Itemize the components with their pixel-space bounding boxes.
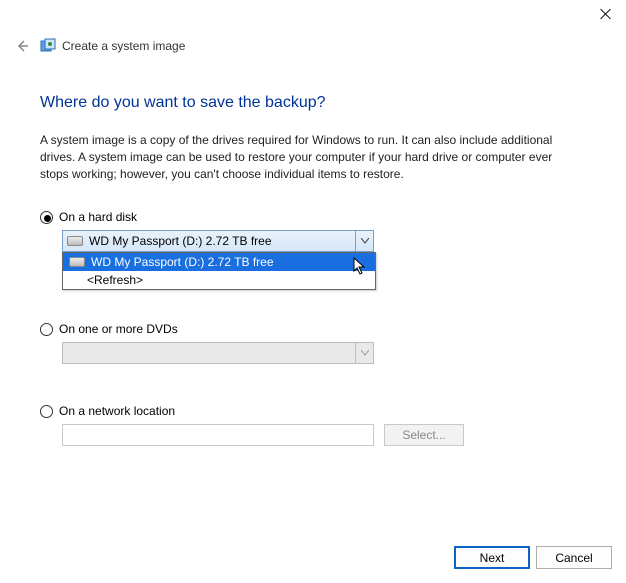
radio-icon <box>40 323 53 336</box>
description-text: A system image is a copy of the drives r… <box>40 132 580 182</box>
drive-icon <box>67 236 83 246</box>
hard-disk-combo[interactable]: WD My Passport (D:) 2.72 TB free WD My P… <box>62 230 374 252</box>
radio-icon <box>40 211 53 224</box>
app-icon <box>40 38 56 54</box>
back-arrow-icon[interactable] <box>12 36 32 56</box>
close-icon[interactable] <box>600 8 612 20</box>
window-title: Create a system image <box>62 39 185 53</box>
dropdown-item-label: <Refresh> <box>87 273 143 287</box>
chevron-down-icon[interactable] <box>355 231 373 251</box>
hard-disk-selected-text: WD My Passport (D:) 2.72 TB free <box>89 234 355 248</box>
radio-hard-disk[interactable]: On a hard disk <box>40 210 586 224</box>
drive-icon <box>69 257 85 267</box>
content-area: Where do you want to save the backup? A … <box>0 62 626 446</box>
radio-network[interactable]: On a network location <box>40 404 586 418</box>
dropdown-item-refresh[interactable]: <Refresh> <box>63 271 375 289</box>
chevron-down-icon <box>355 343 373 363</box>
radio-label-dvd: On one or more DVDs <box>59 322 178 336</box>
footer-buttons: Next Cancel <box>454 546 612 569</box>
page-heading: Where do you want to save the backup? <box>40 94 586 112</box>
next-button[interactable]: Next <box>454 546 530 569</box>
radio-icon <box>40 405 53 418</box>
dvd-combo <box>62 342 374 364</box>
radio-dvd[interactable]: On one or more DVDs <box>40 322 586 336</box>
option-hard-disk: On a hard disk WD My Passport (D:) 2.72 … <box>40 210 586 252</box>
dropdown-item-drive[interactable]: WD My Passport (D:) 2.72 TB free <box>63 253 375 271</box>
network-path-input[interactable] <box>62 424 374 446</box>
option-network: On a network location Select... <box>40 404 586 446</box>
radio-label-network: On a network location <box>59 404 175 418</box>
option-dvd: On one or more DVDs <box>40 322 586 364</box>
select-button: Select... <box>384 424 464 446</box>
hard-disk-dropdown: WD My Passport (D:) 2.72 TB free <Refres… <box>62 252 376 290</box>
cancel-button[interactable]: Cancel <box>536 546 612 569</box>
title-bar <box>0 0 626 30</box>
header-row: Create a system image <box>0 30 626 62</box>
dropdown-item-label: WD My Passport (D:) 2.72 TB free <box>91 255 274 269</box>
radio-label-hard-disk: On a hard disk <box>59 210 137 224</box>
